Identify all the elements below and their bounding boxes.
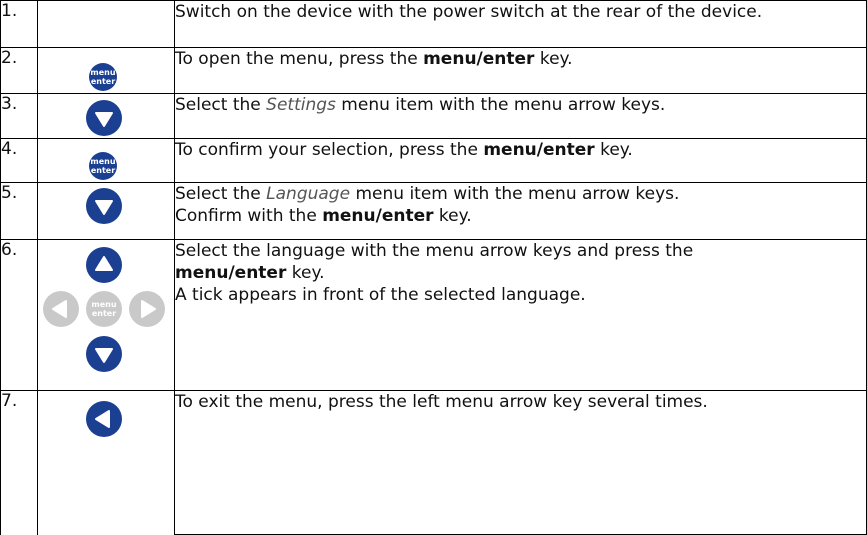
step-row-4: 4. menu enter To confirm your selection,… — [0, 138, 867, 183]
step-number: 4. — [0, 138, 38, 183]
enter-key-label: enter — [90, 77, 116, 86]
menu-key-label: menu — [90, 157, 116, 166]
key-name-bold: menu/enter — [483, 140, 595, 160]
text-part: key. — [433, 206, 472, 226]
step-text: Select the language with the menu arrow … — [174, 239, 867, 391]
text-part: key. — [594, 140, 633, 160]
step-text-line: Confirm with the menu/enter key. — [175, 205, 866, 227]
step-icon-cell — [37, 93, 175, 139]
step-number: 5. — [0, 182, 38, 240]
step-text: Select the Language menu item with the m… — [174, 182, 867, 240]
step-number: 7. — [0, 390, 38, 535]
enter-key-label: enter — [91, 309, 117, 318]
step-number: 6. — [0, 239, 38, 391]
menu-item-italic: Language — [266, 184, 351, 204]
arrow-right-key-icon — [129, 291, 165, 327]
menu-key-label: menu — [91, 300, 117, 309]
text-part: Select the — [175, 95, 267, 115]
step-text: To exit the menu, press the left menu ar… — [174, 390, 867, 535]
step-row-6: 6. menu enter Select the language with t… — [0, 239, 867, 391]
step-row-7: 7. To exit the menu, press the left menu… — [0, 390, 867, 535]
step-row-3: 3. Select the Settings menu item with th… — [0, 93, 867, 139]
step-text-line: Select the Language menu item with the m… — [175, 183, 866, 205]
step-icon-cell — [37, 182, 175, 240]
step-icon-cell — [37, 390, 175, 535]
text-part: To open the menu, press the — [175, 49, 424, 69]
step-number: 2. — [0, 47, 38, 94]
step-icon-cell — [37, 0, 175, 48]
step-text: To confirm your selection, press the men… — [174, 138, 867, 183]
step-text-line: menu/enter key. — [175, 262, 866, 284]
key-name-bold: menu/enter — [423, 49, 535, 69]
step-number: 3. — [0, 93, 38, 139]
key-name-bold: menu/enter — [322, 206, 434, 226]
arrow-down-key-icon — [86, 188, 122, 224]
text-part: Select the — [175, 184, 267, 204]
arrow-up-key-icon — [86, 247, 122, 283]
text-part: To confirm your selection, press the — [175, 140, 484, 160]
text-part: Confirm with the — [175, 206, 323, 226]
text-part: To exit the menu, press the left menu ar… — [175, 392, 708, 412]
step-text-line: A tick appears in front of the selected … — [175, 285, 586, 305]
enter-key-label: enter — [90, 166, 116, 175]
step-icon-cell: menu enter — [37, 239, 175, 391]
text-part: menu item with the menu arrow keys. — [335, 95, 666, 115]
arrow-left-key-icon — [43, 291, 79, 327]
step-icon-cell: menu enter — [37, 138, 175, 183]
step-icon-cell: menu enter — [37, 47, 175, 94]
arrow-down-key-icon — [86, 336, 122, 372]
menu-enter-key-icon: menu enter — [89, 63, 117, 91]
menu-enter-key-icon: menu enter — [89, 152, 117, 180]
key-name-bold: menu/enter — [175, 263, 287, 283]
step-row-1: 1. Switch on the device with the power s… — [0, 0, 867, 48]
step-text: Switch on the device with the power swit… — [174, 0, 867, 48]
step-text: Select the Settings menu item with the m… — [174, 93, 867, 139]
arrow-down-key-icon — [86, 100, 122, 136]
step-row-2: 2. menu enter To open the menu, press th… — [0, 47, 867, 94]
text-part: key. — [534, 49, 573, 69]
step-number: 1. — [0, 0, 38, 48]
step-text-line: Switch on the device with the power swit… — [175, 2, 763, 22]
arrow-left-key-icon — [86, 401, 122, 437]
step-text: To open the menu, press the menu/enter k… — [174, 47, 867, 94]
menu-key-label: menu — [90, 68, 116, 77]
menu-item-italic: Settings — [266, 95, 336, 115]
text-part: key. — [286, 263, 325, 283]
text-part: menu item with the menu arrow keys. — [350, 184, 680, 204]
instruction-table: 1. Switch on the device with the power s… — [0, 0, 867, 535]
step-row-5: 5. Select the Language menu item with th… — [0, 182, 867, 240]
menu-enter-key-icon: menu enter — [86, 291, 122, 327]
step-text-line: Select the language with the menu arrow … — [175, 241, 694, 261]
